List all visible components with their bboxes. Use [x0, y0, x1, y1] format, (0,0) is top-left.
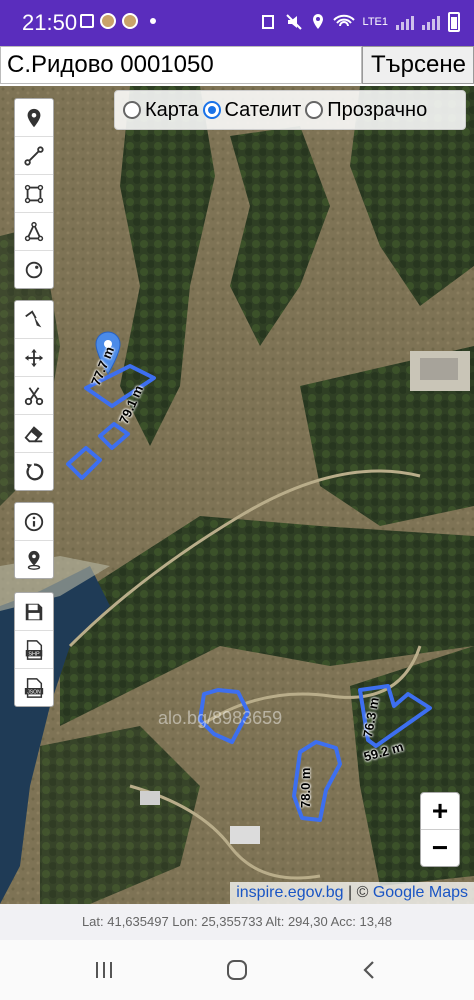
network-label: LTE1 — [362, 16, 388, 28]
shp-icon: SHP — [25, 639, 43, 660]
search-row: Търсене — [0, 46, 474, 86]
draw-line-button[interactable] — [15, 137, 53, 175]
inspire-link[interactable]: inspire.egov.bg — [236, 884, 343, 901]
zoom-control: + − — [420, 792, 460, 867]
notification-icons — [80, 13, 156, 29]
map-attribution: inspire.egov.bg | © Google Maps — [230, 882, 474, 904]
save-icon — [25, 603, 43, 620]
home-icon — [227, 960, 247, 980]
layer-switcher: Карта Сателит Прозрачно — [114, 90, 466, 130]
recent-apps-button[interactable] — [90, 958, 118, 982]
marker-icon — [27, 108, 41, 127]
watermark: alo.bg/8983659 — [158, 708, 282, 728]
recents-icon — [96, 962, 112, 978]
system-nav-bar — [0, 940, 474, 1000]
layer-label: Прозрачно — [327, 98, 428, 121]
move-button[interactable] — [15, 339, 53, 377]
zoom-in-button[interactable]: + — [421, 793, 459, 830]
more-notifications-icon — [150, 18, 156, 24]
eraser-icon — [24, 425, 43, 442]
map-view[interactable]: alo.bg/8983659 77.7 m 79.1 m 76.3 m 59.2… — [0, 86, 474, 904]
line-icon — [24, 145, 44, 166]
radio-icon[interactable] — [305, 101, 324, 119]
save-button[interactable] — [15, 593, 53, 631]
back-button[interactable] — [356, 958, 384, 982]
layer-option-transparent[interactable]: Прозрачно — [305, 99, 427, 122]
app-icon — [122, 13, 138, 29]
vibrate-icon — [261, 15, 274, 29]
move-icon — [24, 348, 44, 367]
home-button[interactable] — [223, 958, 251, 982]
back-icon — [363, 961, 374, 979]
draw-toolbar — [14, 98, 54, 289]
json-icon: JSON — [24, 677, 44, 698]
export-shp-button[interactable]: SHP — [15, 631, 53, 669]
wifi-icon — [332, 14, 355, 27]
attribution-separator: | © — [343, 884, 373, 901]
layer-option-satellite[interactable]: Сателит — [202, 98, 302, 122]
info-icon — [24, 512, 44, 531]
info-toolbar — [14, 502, 54, 579]
system-icons: LTE1 — [259, 12, 460, 32]
pin-locate-icon — [27, 550, 41, 570]
google-maps-link[interactable]: Google Maps — [373, 884, 468, 901]
layer-label: Карта — [145, 98, 199, 121]
rotate-button[interactable] — [15, 453, 53, 490]
locate-button[interactable] — [15, 541, 53, 578]
draw-marker-button[interactable] — [15, 99, 53, 137]
export-toolbar: SHP JSON — [14, 592, 54, 707]
svg-text:JSON: JSON — [27, 689, 41, 695]
draw-polygon-button[interactable] — [15, 213, 53, 251]
signal-icon — [422, 14, 440, 30]
measurement-label: 78.0 m — [298, 767, 313, 808]
radio-icon[interactable] — [123, 101, 141, 119]
zoom-out-button[interactable]: − — [421, 830, 459, 866]
edit-button[interactable] — [15, 301, 53, 339]
erase-button[interactable] — [15, 415, 53, 453]
gallery-icon — [80, 14, 94, 28]
signal-icon — [396, 14, 414, 30]
status-time: 21:50 — [22, 10, 78, 35]
layer-option-map[interactable]: Карта — [123, 99, 199, 122]
cut-button[interactable] — [15, 377, 53, 415]
edit-icon — [25, 309, 42, 327]
export-json-button[interactable]: JSON — [15, 669, 53, 706]
search-button[interactable]: Търсене — [362, 46, 474, 84]
battery-icon — [448, 12, 460, 32]
radio-checked-icon[interactable] — [202, 101, 221, 119]
rotate-icon — [26, 463, 44, 480]
location-icon — [312, 14, 323, 29]
edit-toolbar — [14, 300, 54, 491]
cut-icon — [24, 386, 44, 405]
satellite-imagery: alo.bg/8983659 — [0, 86, 474, 904]
svg-text:SHP: SHP — [28, 651, 40, 657]
info-button[interactable] — [15, 503, 53, 541]
layer-label: Сателит — [224, 98, 302, 121]
polygon-icon — [24, 221, 44, 241]
app-icon — [100, 13, 116, 29]
draw-rectangle-button[interactable] — [15, 175, 53, 213]
coordinates-readout: Lat: 41,635497 Lon: 25,355733 Alt: 294,3… — [0, 904, 474, 940]
draw-circle-button[interactable] — [15, 251, 53, 288]
mute-icon — [285, 14, 302, 30]
circle-icon — [25, 261, 43, 278]
search-input[interactable] — [0, 46, 362, 84]
status-bar: 21:50 LTE1 — [0, 0, 474, 46]
rectangle-icon — [24, 184, 44, 203]
